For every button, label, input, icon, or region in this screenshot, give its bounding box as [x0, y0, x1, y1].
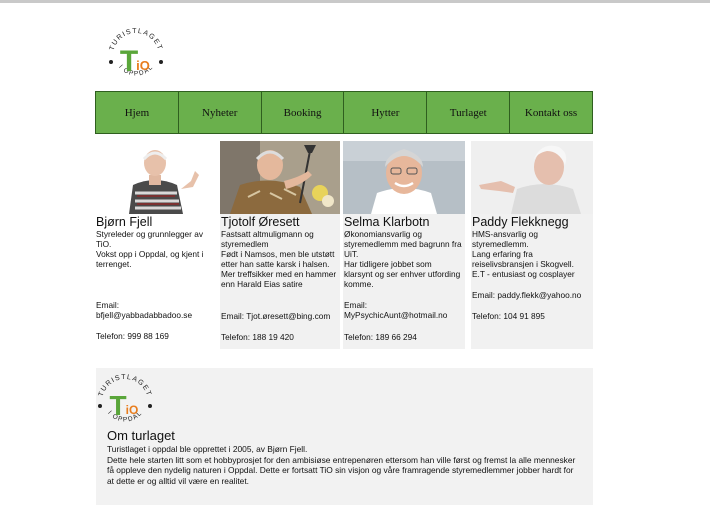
team-photo-tjotolf	[220, 141, 340, 214]
team-card-bjorn: Bjørn Fjell Styreleder og grunnlegger av…	[95, 141, 215, 349]
team-phone: Telefon: 189 66 294	[344, 332, 417, 342]
team-photo-bjorn	[95, 141, 215, 214]
nav-turlaget[interactable]: Turlaget	[427, 91, 511, 134]
team-card-tjotolf: Tjotolf Øresett Fastsatt altmulig­mann o…	[220, 141, 340, 349]
team-phone: Telefon: 999 88 169	[96, 331, 169, 341]
team-phone: Telefon: 104 91 895	[472, 311, 545, 321]
logo-letters-io: iO	[126, 403, 139, 417]
main-nav: Hjem Nyheter Booking Hytter Turlaget Kon…	[95, 91, 593, 134]
team-section: Bjørn Fjell Styreleder og grunnlegger av…	[95, 141, 593, 349]
nav-hjem[interactable]: Hjem	[95, 91, 179, 134]
team-name: Bjørn Fjell	[96, 215, 153, 229]
about-title: Om turlaget	[107, 428, 175, 443]
nav-hytter[interactable]: Hytter	[344, 91, 428, 134]
nav-kontakt-oss[interactable]: Kontakt oss	[510, 91, 593, 134]
team-card-paddy: Paddy Flekknegg HMS-ansvarlig og styreme…	[471, 141, 593, 349]
team-role: Økonomiansvarlig og styremedlemm med bag…	[344, 229, 462, 289]
team-name: Tjotolf Øresett	[221, 215, 300, 229]
logo-letter-t: T	[109, 390, 126, 421]
team-photo-paddy	[471, 141, 593, 214]
about-section: TURISTLAGET I OPPDAL T iO Om turlaget Tu…	[96, 368, 593, 505]
team-name: Paddy Flekknegg	[472, 215, 569, 229]
team-role: HMS-ansvarlig og styremedlemm. Lang erfa…	[472, 229, 575, 279]
team-email[interactable]: Email: MyPsychicAunt@hotmail.no	[344, 300, 447, 320]
team-email[interactable]: Email: paddy.flekk@yahoo.no	[472, 290, 581, 300]
team-phone: Telefon: 188 19 420	[221, 332, 294, 342]
site-logo[interactable]: TURISTLAGET I OPPDAL T iO	[101, 20, 171, 90]
logo-letters-io: iO	[136, 58, 150, 73]
team-photo-selma	[343, 141, 465, 214]
team-role: Fastsatt altmulig­mann og styremedlem Fø…	[221, 229, 337, 289]
nav-booking[interactable]: Booking	[261, 91, 345, 134]
team-email[interactable]: Email: Tjot.øresett@bing.com	[221, 311, 330, 321]
about-text: Turistlaget i oppdal ble opprettet i 200…	[107, 444, 576, 486]
nav-nyheter[interactable]: Nyheter	[178, 91, 262, 134]
top-border	[0, 0, 710, 3]
team-email[interactable]: Email: bfjell@yabbadabbadoo.se	[96, 300, 192, 320]
team-card-selma: Selma Klarbotn Økonomiansvarlig og styre…	[343, 141, 465, 349]
team-name: Selma Klarbotn	[344, 215, 430, 229]
team-role: Styreleder og grunnlegger av TiO. Vokst …	[96, 229, 204, 269]
